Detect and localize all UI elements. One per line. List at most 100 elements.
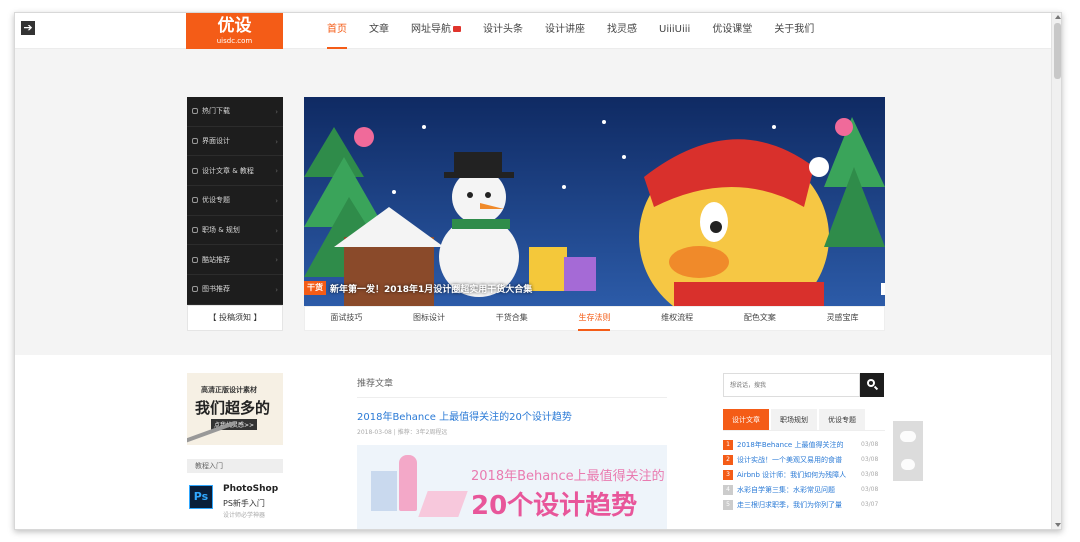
download-icon bbox=[192, 108, 198, 115]
tab-resource-collections[interactable]: 干货合集 bbox=[496, 306, 528, 331]
monitor-icon bbox=[192, 197, 198, 204]
nav-site-directory-label: 网址导航 bbox=[411, 24, 451, 35]
side-menu-label: 优设专题 bbox=[202, 196, 230, 205]
logo-sub-text: uisdc.com bbox=[216, 37, 253, 45]
hero-banner[interactable]: 干货 新年第一发！2018年1月设计圈超实用干货大合集 bbox=[304, 97, 885, 306]
top-navigation-bar: ➔ 优设 uisdc.com 首页 文章 网址导航 设计头条 设计讲座 找灵感 … bbox=[15, 13, 1061, 49]
list-item-date: 03/08 bbox=[861, 471, 879, 478]
list-item-title[interactable]: 走三根归求职季，我们为你列了量 bbox=[737, 500, 857, 510]
tab-career-planning[interactable]: 职场规划 bbox=[771, 409, 817, 430]
list-item-title[interactable]: 水彩自学第三集：水彩常见问题 bbox=[737, 485, 857, 495]
chevron-right-icon: › bbox=[275, 197, 278, 206]
side-menu-item-cool-sites[interactable]: 酷站推荐 › bbox=[187, 245, 283, 276]
tab-interview-tips[interactable]: 面试技巧 bbox=[330, 306, 362, 331]
site-logo[interactable]: 优设 uisdc.com bbox=[186, 13, 283, 49]
vertical-scrollbar[interactable] bbox=[1051, 13, 1061, 529]
side-menu-item-career[interactable]: 职场 & 规划 › bbox=[187, 216, 283, 246]
list-item[interactable]: 2 设计实战！一个美观又易用的食谱 03/08 bbox=[723, 452, 885, 467]
scroll-down-arrow-icon[interactable] bbox=[1055, 523, 1061, 527]
list-item[interactable]: 4 水彩自学第三集：水彩常见问题 03/08 bbox=[723, 482, 885, 497]
side-menu-item-topics[interactable]: 优设专题 › bbox=[187, 186, 283, 216]
list-item[interactable]: 3 Airbnb 设计师：我们如何为残障人 03/08 bbox=[723, 467, 885, 482]
side-menu-label: 设计文章 & 教程 bbox=[202, 166, 254, 175]
list-item-title[interactable]: Airbnb 设计师：我们如何为残障人 bbox=[737, 470, 857, 480]
logo-main-text: 优设 bbox=[217, 16, 252, 36]
tab-color-copy[interactable]: 配色文案 bbox=[744, 306, 776, 331]
nav-design-headlines[interactable]: 设计头条 bbox=[483, 13, 523, 49]
list-item-date: 03/07 bbox=[861, 501, 879, 508]
browser-page: ➔ 优设 uisdc.com 首页 文章 网址导航 设计头条 设计讲座 找灵感 … bbox=[14, 12, 1062, 530]
search-icon-handle bbox=[873, 385, 879, 391]
list-item-date: 03/08 bbox=[861, 486, 879, 493]
nav-site-directory[interactable]: 网址导航 bbox=[411, 13, 461, 49]
tab-survival-rules[interactable]: 生存法则 bbox=[578, 306, 611, 331]
beginner-section-label: 教程入门 bbox=[187, 459, 283, 473]
category-tabs: 面试技巧 图标设计 干货合集 生存法则 维权流程 配色文案 灵感宝库 bbox=[304, 306, 885, 331]
rank-badge: 4 bbox=[723, 484, 733, 495]
nav-inspiration[interactable]: 找灵感 bbox=[607, 13, 637, 49]
right-tabs: 设计文章 职场规划 优设专题 bbox=[723, 409, 885, 431]
list-item-date: 03/08 bbox=[861, 441, 879, 448]
nav-home[interactable]: 首页 bbox=[327, 13, 347, 49]
thumbnail-big-text: 20个设计趋势 bbox=[471, 491, 638, 521]
list-item-date: 03/08 bbox=[861, 456, 879, 463]
side-menu-label: 图书推荐 bbox=[202, 285, 230, 294]
illustration-shelf bbox=[371, 471, 397, 511]
chevron-right-icon: › bbox=[275, 137, 278, 146]
recommended-label: 推荐文章 bbox=[357, 379, 394, 389]
rank-badge: 2 bbox=[723, 454, 733, 465]
nav-design-lectures[interactable]: 设计讲座 bbox=[545, 13, 585, 49]
side-menu-item-hot-downloads[interactable]: 热门下载 › bbox=[187, 97, 283, 127]
photoshop-subtitle[interactable]: PS新手入门 bbox=[223, 498, 265, 509]
nav-about[interactable]: 关于我们 bbox=[774, 13, 814, 49]
banner-next-indicator[interactable] bbox=[881, 283, 885, 295]
article-meta: 2018-03-08 | 推荐：3年2周程远 bbox=[357, 429, 448, 436]
photoshop-title[interactable]: PhotoShop bbox=[223, 484, 278, 494]
photoshop-note: 设计师必学神器 bbox=[223, 512, 266, 519]
rank-badge: 1 bbox=[723, 439, 733, 450]
scroll-up-arrow-icon[interactable] bbox=[1055, 15, 1061, 19]
rank-badge: 3 bbox=[723, 469, 733, 480]
left-promo-ad[interactable]: 高清正版设计素材 我们超多的 点我找灵感>> bbox=[187, 373, 283, 445]
list-item-title[interactable]: 设计实战！一个美观又易用的食谱 bbox=[737, 455, 857, 465]
illustration-table bbox=[418, 491, 468, 517]
photoshop-icon[interactable]: Ps bbox=[189, 485, 213, 509]
scroll-thumb[interactable] bbox=[1054, 23, 1061, 79]
promo-line-2: 我们超多的 bbox=[195, 399, 271, 417]
wechat-icon[interactable] bbox=[900, 431, 916, 442]
list-item-title[interactable]: 2018年Behance 上最值得关注的 bbox=[737, 440, 857, 450]
share-panel bbox=[893, 421, 923, 481]
weibo-icon[interactable] bbox=[901, 459, 915, 470]
article-thumbnail[interactable]: 2018年Behance上最值得关注的 20个设计趋势 bbox=[357, 445, 667, 529]
tab-design-articles[interactable]: 设计文章 bbox=[723, 409, 769, 430]
search-button[interactable] bbox=[860, 373, 884, 397]
new-badge-icon bbox=[453, 26, 461, 32]
nav-articles[interactable]: 文章 bbox=[369, 13, 389, 49]
chevron-right-icon: › bbox=[275, 226, 278, 235]
tab-topics[interactable]: 优设专题 bbox=[819, 409, 865, 430]
side-menu-label: 热门下载 bbox=[202, 107, 230, 116]
tab-rights-process[interactable]: 维权流程 bbox=[661, 306, 693, 331]
right-article-list: 1 2018年Behance 上最值得关注的 03/08 2 设计实战！一个美观又易用… bbox=[723, 437, 885, 512]
side-menu-label: 职场 & 规划 bbox=[202, 226, 240, 235]
side-menu-item-articles-tutorials[interactable]: 设计文章 & 教程 › bbox=[187, 156, 283, 187]
chevron-right-icon: › bbox=[275, 256, 278, 265]
submission-guidelines-link[interactable]: 【 投稿须知 】 bbox=[187, 305, 283, 331]
nav-uiiiuiii[interactable]: UiiiUiii bbox=[659, 13, 690, 49]
list-item[interactable]: 1 2018年Behance 上最值得关注的 03/08 bbox=[723, 437, 885, 452]
side-menu-item-books[interactable]: 图书推荐 › bbox=[187, 275, 283, 305]
main-nav: 首页 文章 网址导航 设计头条 设计讲座 找灵感 UiiiUiii 优设课堂 关… bbox=[327, 13, 836, 49]
side-menu-item-interface-design[interactable]: 界面设计 › bbox=[187, 127, 283, 157]
article-title-link[interactable]: 2018年Behance 上最值得关注的20个设计趋势 bbox=[357, 408, 572, 423]
banner-caption: 干货 新年第一发！2018年1月设计圈超实用干货大合集 bbox=[304, 280, 532, 296]
book-icon bbox=[192, 286, 198, 293]
tab-inspiration-library[interactable]: 灵感宝库 bbox=[827, 306, 859, 331]
search-input[interactable] bbox=[723, 373, 860, 397]
chat-icon bbox=[192, 227, 198, 234]
divider bbox=[357, 397, 667, 398]
list-item[interactable]: 5 走三根归求职季，我们为你列了量 03/07 bbox=[723, 497, 885, 512]
tab-icon-design[interactable]: 图标设计 bbox=[413, 306, 445, 331]
rank-badge: 5 bbox=[723, 499, 733, 510]
nav-classroom[interactable]: 优设课堂 bbox=[712, 13, 752, 49]
sidebar-toggle-arrow-icon[interactable]: ➔ bbox=[21, 21, 35, 35]
